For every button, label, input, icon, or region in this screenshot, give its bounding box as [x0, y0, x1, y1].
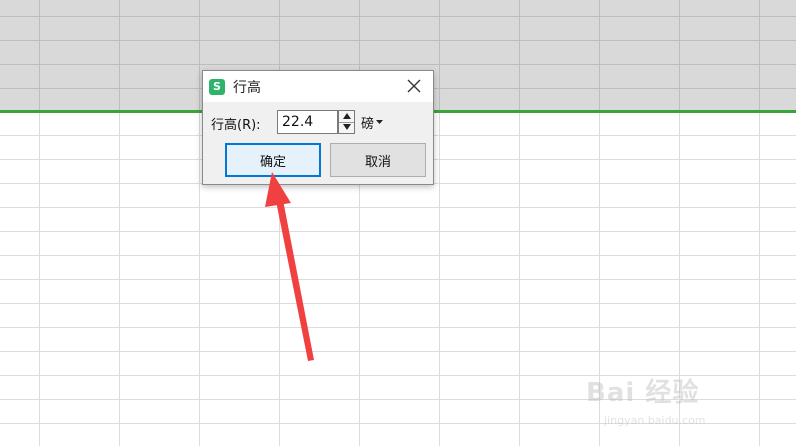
unit-select[interactable]: 磅 [361, 113, 384, 132]
unit-label: 磅 [361, 117, 375, 132]
row-height-spinner[interactable] [338, 110, 355, 134]
row-height-dialog: S 行高 行高(R): 磅 确定 取消 [202, 70, 434, 185]
dialog-titlebar[interactable]: S 行高 [203, 71, 433, 102]
triangle-up-icon [342, 113, 351, 119]
ok-button[interactable]: 确定 [225, 143, 321, 177]
row-height-input[interactable] [277, 110, 338, 134]
close-icon [407, 79, 421, 93]
baidu-watermark: Bai 经验 jingyan.baidu.com [586, 362, 786, 442]
cancel-button[interactable]: 取消 [330, 143, 426, 177]
spin-down-button[interactable] [339, 122, 354, 133]
triangle-down-icon [342, 124, 351, 130]
watermark-brand: Bai 经验 [586, 378, 700, 408]
row-height-label: 行高(R): [211, 118, 261, 133]
watermark-url: jingyan.baidu.com [604, 414, 706, 427]
close-button[interactable] [403, 75, 425, 97]
spreadsheet-app-icon: S [209, 79, 225, 95]
dialog-title: 行高 [233, 80, 261, 96]
caret-down-icon [376, 120, 384, 124]
